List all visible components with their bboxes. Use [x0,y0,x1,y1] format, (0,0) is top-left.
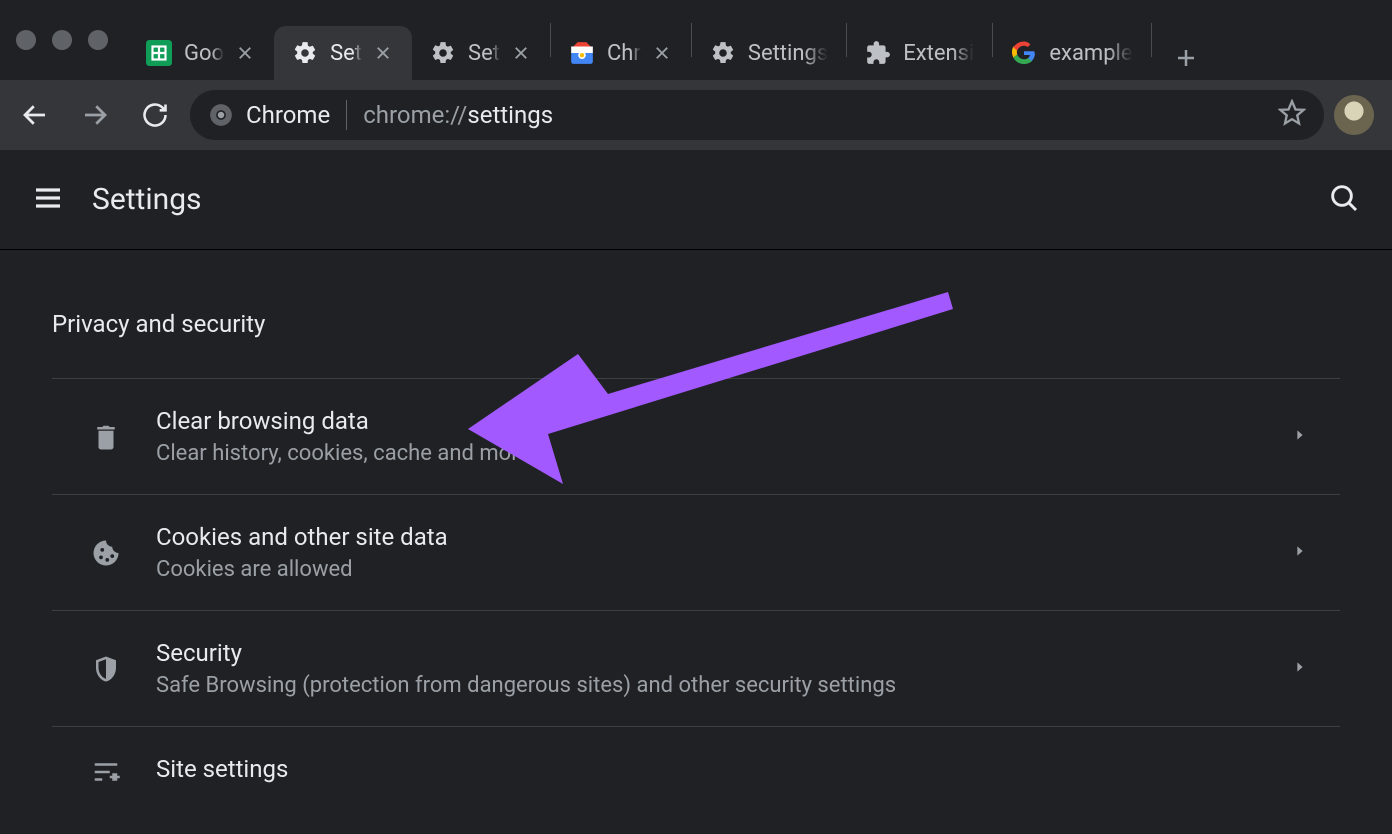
tab-separator [1151,23,1152,57]
browser-toolbar: Chrome chrome://settings [0,80,1392,150]
window-close-dot[interactable] [16,30,36,50]
gear-icon [710,40,736,66]
settings-header: Settings [0,150,1392,250]
tab-label: Goo [184,41,224,66]
tab-sheets[interactable]: Goo [128,26,274,80]
tab-settings-2[interactable]: Set [412,26,550,80]
page-title: Settings [92,182,202,217]
row-title: Cookies and other site data [156,523,1260,551]
tab-google[interactable]: example [993,26,1150,80]
new-tab-button[interactable] [1164,36,1208,80]
close-icon[interactable] [512,43,532,63]
tab-settings-3[interactable]: Settings [692,26,846,80]
window-minimize-dot[interactable] [52,30,72,50]
tab-label: Set [330,41,362,66]
tab-label: Settings [748,41,828,66]
trash-icon [88,422,124,452]
tab-label: example [1049,41,1132,66]
tab-settings-active[interactable]: Set [274,26,412,80]
profile-avatar[interactable] [1334,95,1374,135]
close-icon[interactable] [374,43,394,63]
row-title: Security [156,639,1260,667]
reload-button[interactable] [130,90,180,140]
address-bar[interactable]: Chrome chrome://settings [190,90,1324,140]
close-icon[interactable] [653,43,673,63]
window-controls [0,30,128,50]
row-subtitle: Safe Browsing (protection from dangerous… [156,673,1260,698]
sheets-icon [146,40,172,66]
row-cookies[interactable]: Cookies and other site data Cookies are … [52,494,1340,610]
chrome-chip: Chrome [208,101,330,129]
row-subtitle: Cookies are allowed [156,557,1260,582]
row-subtitle: Clear history, cookies, cache and more [156,441,1260,466]
row-clear-browsing-data[interactable]: Clear browsing data Clear history, cooki… [52,378,1340,494]
tab-extensions[interactable]: Extensi [847,26,992,80]
omnibox-divider [346,100,347,130]
window-tab-strip: Goo Set Set [0,0,1392,80]
close-icon[interactable] [236,43,256,63]
row-texts: Clear browsing data Clear history, cooki… [156,407,1260,466]
webstore-icon [569,40,595,66]
cookie-icon [88,538,124,568]
chrome-chip-label: Chrome [246,101,330,129]
section-title: Privacy and security [52,310,1340,338]
chevron-right-icon [1292,659,1308,679]
url-text: chrome://settings [363,101,553,129]
search-icon[interactable] [1328,182,1360,218]
row-texts: Cookies and other site data Cookies are … [156,523,1260,582]
sliders-icon [88,757,124,787]
chrome-icon [208,102,234,128]
shield-icon [88,654,124,684]
row-title: Clear browsing data [156,407,1260,435]
google-icon [1011,40,1037,66]
chevron-right-icon [1292,427,1308,447]
settings-list: Clear browsing data Clear history, cooki… [52,378,1340,799]
row-texts: Security Safe Browsing (protection from … [156,639,1260,698]
forward-button[interactable] [70,90,120,140]
tab-label: Set [468,41,500,66]
window-zoom-dot[interactable] [88,30,108,50]
tab-label: Extensi [903,41,974,66]
menu-icon[interactable] [32,182,64,218]
tab-webstore[interactable]: Chr [551,26,691,80]
row-title: Site settings [156,755,1308,783]
chevron-right-icon [1292,543,1308,563]
row-texts: Site settings [156,755,1308,789]
tab-label: Chr [607,41,641,66]
back-button[interactable] [10,90,60,140]
puzzle-icon [865,40,891,66]
gear-icon [430,40,456,66]
tabs: Goo Set Set [128,0,1392,80]
bookmark-star-icon[interactable] [1278,99,1306,131]
gear-icon [292,40,318,66]
row-security[interactable]: Security Safe Browsing (protection from … [52,610,1340,726]
settings-content: Privacy and security Clear browsing data… [0,250,1392,799]
row-site-settings[interactable]: Site settings [52,726,1340,799]
